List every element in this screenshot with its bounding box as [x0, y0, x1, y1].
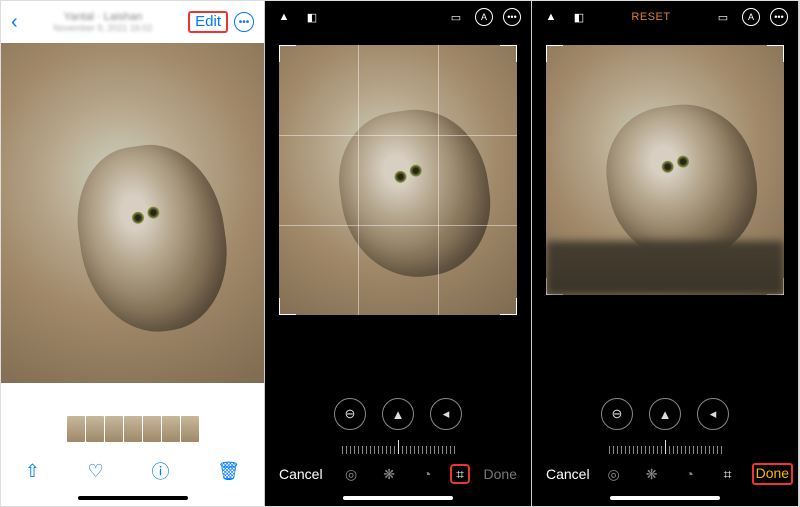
photo-subject-cat: [68, 136, 237, 341]
reset-button[interactable]: RESET: [631, 11, 670, 23]
horizontal-perspective-icon[interactable]: ◂: [697, 398, 729, 430]
thumbnail[interactable]: [86, 416, 104, 442]
crop-excluded-region: [546, 241, 784, 295]
photos-viewer-pane: ‹ Yantal · Laishan November 9, 2021 16:0…: [1, 1, 265, 506]
crop-mode-icon[interactable]: ⌗: [718, 464, 738, 484]
adjust-mode-icon[interactable]: ◎: [341, 464, 361, 484]
markup-icon[interactable]: A: [475, 8, 493, 26]
thumbnail[interactable]: [181, 416, 199, 442]
crop-handle-br[interactable]: [500, 298, 517, 315]
rotate-icon[interactable]: ◧: [570, 8, 588, 26]
markup-icon[interactable]: A: [742, 8, 760, 26]
editor-header: ▲ ◧ ▭ A •••: [265, 1, 531, 33]
location-title: Yantal · Laishan: [18, 11, 188, 23]
header-actions: Edit •••: [188, 11, 254, 33]
crop-tool-row: ⊖ ▲ ◂: [265, 392, 531, 432]
thumbnail[interactable]: [124, 416, 142, 442]
filters-mode-icon[interactable]: ❋: [642, 464, 662, 484]
ruler-center-tick: [665, 440, 666, 454]
vertical-perspective-icon[interactable]: ▲: [649, 398, 681, 430]
vertical-perspective-icon[interactable]: ▲: [382, 398, 414, 430]
straighten-tool-icon[interactable]: ⊖: [601, 398, 633, 430]
angle-ruler[interactable]: [265, 432, 531, 454]
crop-handle-tl[interactable]: [546, 45, 563, 62]
photo-preview[interactable]: [1, 43, 264, 383]
more-options-icon[interactable]: •••: [234, 12, 254, 32]
info-icon[interactable]: ⓘ: [152, 458, 170, 484]
timestamp-subtitle: November 9, 2021 16:02: [18, 23, 188, 33]
flip-horizontal-icon[interactable]: ▲: [542, 8, 560, 26]
crop-canvas[interactable]: [532, 33, 798, 392]
crop-mode-icon[interactable]: ⌗: [450, 464, 470, 484]
editor-crop-pane: ▲ ◧ ▭ A ••• ⊖ ▲ ◂ Cancel ◎ ❋ ◔ ⌗ Done: [265, 1, 532, 506]
crop-frame[interactable]: [279, 45, 517, 315]
rotate-icon[interactable]: ◧: [303, 8, 321, 26]
thumbnail[interactable]: [162, 416, 180, 442]
crop-handle-tl[interactable]: [279, 45, 296, 62]
trash-icon[interactable]: 🗑: [217, 461, 240, 482]
thumbnail[interactable]: [105, 416, 123, 442]
aspect-ratio-icon[interactable]: ▭: [714, 8, 732, 26]
angle-ruler[interactable]: [532, 432, 798, 454]
straighten-tool-icon[interactable]: ⊖: [334, 398, 366, 430]
aspect-ratio-icon[interactable]: ▭: [447, 8, 465, 26]
adjust-mode-icon[interactable]: ◎: [604, 464, 624, 484]
editor-bottom-bar: Cancel ◎ ❋ ◔ ⌗ Done: [265, 454, 531, 494]
thumbnail[interactable]: [143, 416, 161, 442]
more-icon[interactable]: •••: [503, 8, 521, 26]
cancel-button[interactable]: Cancel: [279, 466, 323, 482]
edit-mode-tabs: ◎ ❋ ◔ ⌗: [337, 464, 470, 484]
editor-bottom-bar: Cancel ◎ ❋ ◔ ⌗ Done: [532, 454, 798, 494]
more-icon[interactable]: •••: [770, 8, 788, 26]
portrait-mode-icon[interactable]: ◔: [680, 464, 700, 484]
share-icon[interactable]: ⇧: [25, 461, 40, 482]
back-chevron-icon[interactable]: ‹: [11, 11, 18, 34]
home-indicator[interactable]: [343, 496, 453, 500]
edit-highlight: Edit: [188, 11, 228, 33]
edit-mode-tabs: ◎ ❋ ◔ ⌗: [604, 464, 738, 484]
done-highlight: Done: [752, 463, 793, 485]
horizontal-perspective-icon[interactable]: ◂: [430, 398, 462, 430]
flip-horizontal-icon[interactable]: ▲: [275, 8, 293, 26]
home-indicator[interactable]: [78, 496, 188, 500]
edit-button[interactable]: Edit: [192, 12, 224, 31]
ruler-center-tick: [398, 440, 399, 454]
crop-handle-bl[interactable]: [279, 298, 296, 315]
cancel-button[interactable]: Cancel: [546, 466, 590, 482]
thumbnail-strip[interactable]: [1, 410, 264, 448]
filters-mode-icon[interactable]: ❋: [379, 464, 399, 484]
crop-frame[interactable]: [546, 45, 784, 295]
editor-done-pane: ▲ ◧ RESET ▭ A ••• ⊖ ▲ ◂ Cancel ◎ ❋ ◔ ⌗: [532, 1, 799, 506]
thumbnail[interactable]: [67, 416, 85, 442]
editor-header: ▲ ◧ RESET ▭ A •••: [532, 1, 798, 33]
viewer-header: ‹ Yantal · Laishan November 9, 2021 16:0…: [1, 1, 264, 43]
portrait-mode-icon[interactable]: ◔: [417, 464, 437, 484]
viewer-toolbar: ⇧ ♡ ⓘ 🗑: [1, 448, 264, 494]
crop-handle-tr[interactable]: [500, 45, 517, 62]
home-indicator[interactable]: [610, 496, 720, 500]
done-button[interactable]: Done: [756, 465, 789, 481]
crop-handle-tr[interactable]: [767, 45, 784, 62]
crop-tool-row: ⊖ ▲ ◂: [532, 392, 798, 432]
header-title-group: Yantal · Laishan November 9, 2021 16:02: [18, 11, 188, 33]
done-button[interactable]: Done: [484, 466, 517, 482]
heart-icon[interactable]: ♡: [88, 461, 104, 482]
crop-canvas[interactable]: [265, 33, 531, 392]
